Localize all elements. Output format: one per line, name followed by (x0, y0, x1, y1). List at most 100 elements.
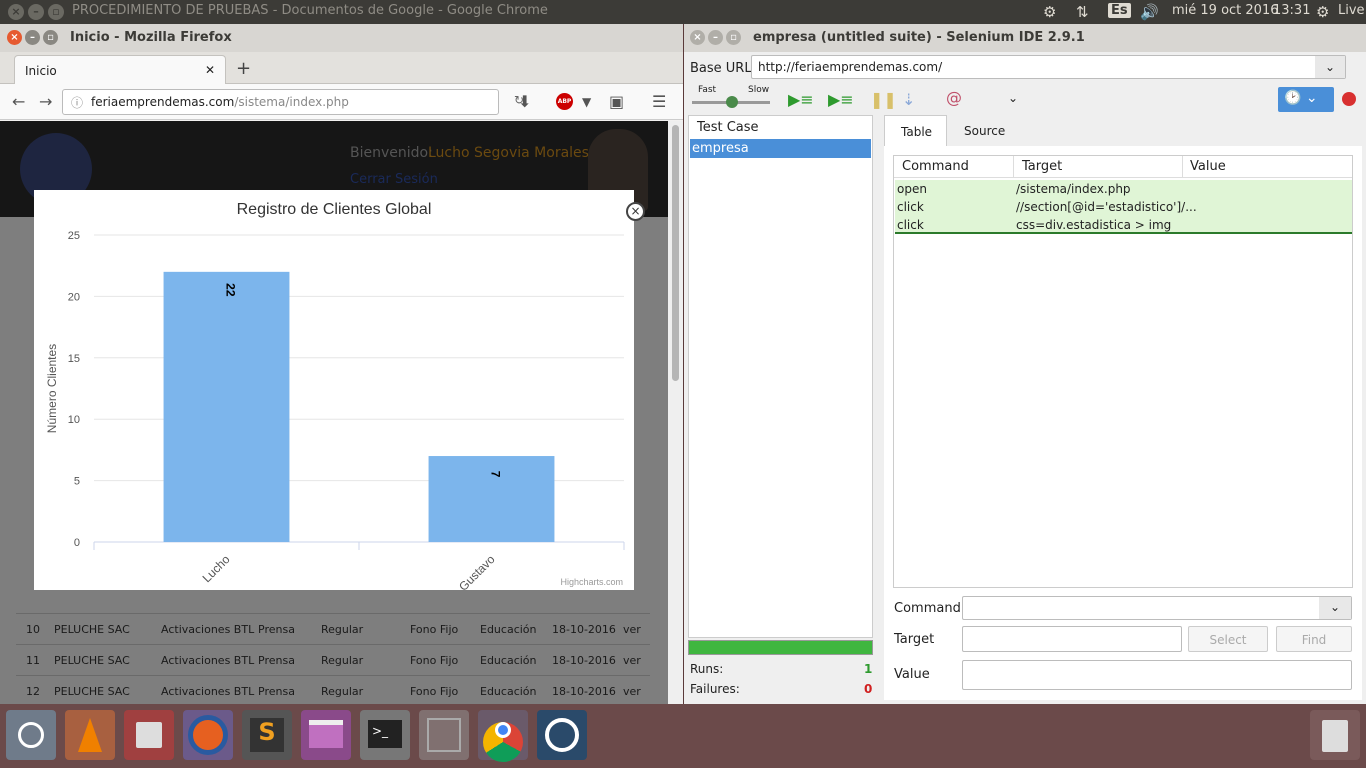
failures-label: Failures: (690, 682, 740, 696)
play-suite-icon[interactable]: ▶≡ (788, 90, 814, 109)
runs-label: Runs: (690, 662, 724, 676)
window-manager-icon[interactable] (301, 710, 351, 760)
back-icon[interactable]: ← (12, 92, 25, 111)
table-row[interactable]: click//section[@id='estadistico']/... (895, 198, 1352, 216)
adblock-icon[interactable]: ABP (556, 93, 573, 110)
data-label: 7 (489, 471, 503, 478)
logout-link[interactable]: Cerrar Sesión (350, 172, 438, 187)
maximize-window-icon[interactable]: ▫ (43, 30, 58, 45)
window-title: empresa (untitled suite) - Selenium IDE … (753, 30, 1085, 45)
url-domain: feriaemprendemas.com (91, 95, 235, 109)
workspace-switcher-icon[interactable] (419, 710, 469, 760)
target-field[interactable] (962, 626, 1182, 652)
x-tick-label: Gustavo (456, 552, 498, 590)
menu-icon[interactable]: ☰ (652, 92, 666, 111)
volume-icon[interactable]: 🔊 (1140, 3, 1159, 21)
y-tick-label: 10 (68, 414, 80, 426)
page-scrollbar[interactable] (668, 121, 683, 704)
scrollbar-thumb[interactable] (672, 125, 679, 381)
minimize-window-icon[interactable]: – (708, 30, 723, 45)
date-label[interactable]: mié 19 oct 2016 (1172, 3, 1279, 18)
value-field[interactable] (962, 660, 1352, 690)
tab-strip: Inicio ✕ + (0, 52, 683, 85)
keyboard-layout-indicator[interactable]: Es (1108, 3, 1131, 18)
find-button[interactable]: Find (1276, 626, 1352, 652)
minimize-window-icon[interactable]: – (28, 4, 44, 20)
table-row: 10 PELUCHE SAC Activaciones BTL Prensa Regul… (16, 613, 650, 644)
record-icon[interactable] (1342, 92, 1356, 106)
trash-icon[interactable] (1310, 710, 1360, 760)
tab-source[interactable]: Source (964, 124, 1005, 138)
firefox-titlebar: × – ▫ Inicio - Mozilla Firefox (0, 24, 683, 52)
settings-gear-icon[interactable]: ⚙ (1316, 3, 1329, 21)
ver-link[interactable]: ver (623, 654, 641, 667)
runs-count: 1 (864, 662, 873, 676)
active-window-title: PROCEDIMIENTO DE PRUEBAS - Documentos de… (72, 3, 548, 18)
table-row[interactable]: open/sistema/index.php (895, 180, 1352, 198)
chevron-down-icon[interactable]: ⌄ (1008, 91, 1018, 105)
select-button[interactable]: Select (1188, 626, 1268, 652)
close-modal-icon[interactable]: × (626, 202, 645, 221)
info-icon[interactable]: ⓘ (71, 94, 83, 111)
download-icon[interactable]: ⬇ (518, 92, 531, 111)
close-tab-icon[interactable]: ✕ (205, 63, 215, 77)
chevron-down-icon[interactable]: ▼ (582, 95, 591, 109)
failures-count: 0 (864, 682, 873, 696)
data-label: 22 (224, 283, 238, 297)
tab-inicio[interactable]: Inicio ✕ (14, 55, 226, 85)
window-title: Inicio - Mozilla Firefox (70, 30, 232, 45)
chevron-down-icon[interactable]: ⌄ (1315, 56, 1345, 78)
session-label[interactable]: Live (1338, 3, 1365, 18)
ver-link[interactable]: ver (623, 623, 641, 636)
play-testcase-icon[interactable]: ▶≡ (828, 90, 854, 109)
firefox-icon[interactable] (183, 710, 233, 760)
chart-credit: Highcharts.com (560, 577, 623, 587)
base-url-input[interactable]: http://feriaemprendemas.com/ ⌄ (751, 55, 1346, 79)
close-window-icon[interactable]: × (690, 30, 705, 45)
pause-icon[interactable]: ❚❚ (870, 90, 897, 109)
new-tab-icon[interactable]: + (236, 58, 251, 79)
step-icon[interactable]: ⇣ (902, 90, 915, 109)
progress-bar (688, 640, 873, 655)
speed-slider-handle[interactable] (726, 96, 738, 108)
speed-fast-label: Fast (698, 85, 717, 95)
close-window-icon[interactable]: × (7, 30, 22, 45)
screenshot-icon[interactable]: ▣ (609, 92, 624, 111)
sublime-text-icon[interactable]: S (242, 710, 292, 760)
close-window-icon[interactable]: × (8, 4, 24, 20)
vlc-icon[interactable] (65, 710, 115, 760)
steam-icon[interactable] (537, 710, 587, 760)
network-icon[interactable]: ⇅ (1076, 3, 1089, 21)
base-url-label: Base URL (690, 61, 752, 76)
testcase-item-empresa[interactable]: empresa (690, 139, 871, 158)
clock-label[interactable]: 13:31 (1273, 3, 1310, 18)
chrome-icon[interactable] (478, 710, 528, 762)
terminal-icon[interactable]: >_ (360, 710, 410, 760)
maximize-window-icon[interactable]: ▫ (726, 30, 741, 45)
steam-tray-icon[interactable]: ⚙ (1043, 3, 1056, 21)
welcome-label: Bienvenido: (350, 145, 433, 161)
y-tick-label: 15 (68, 353, 80, 365)
maximize-window-icon[interactable]: ▫ (48, 4, 64, 20)
y-tick-label: 5 (74, 476, 80, 488)
navigation-bar: ← → ⓘ feriaemprendemas.com/sistema/index… (0, 84, 683, 120)
x-tick-label: Lucho (200, 552, 233, 585)
minimize-window-icon[interactable]: – (25, 30, 40, 45)
chevron-down-icon[interactable]: ⌄ (1319, 597, 1351, 619)
rollup-icon[interactable]: @ (946, 88, 962, 107)
files-icon[interactable] (124, 710, 174, 760)
speed-slider[interactable] (692, 96, 770, 108)
ver-link[interactable]: ver (623, 685, 641, 698)
tab-table[interactable]: Table (884, 115, 947, 147)
table-row: 11 PELUCHE SAC Activaciones BTL Prensa Regul… (16, 644, 650, 675)
url-bar[interactable]: ⓘ feriaemprendemas.com/sistema/index.php… (62, 89, 524, 115)
ubuntu-launcher-icon[interactable] (6, 710, 56, 760)
table-header: Command Target Value (894, 156, 1352, 178)
chart-modal: Registro de Clientes Global 0 5 10 15 20 25 Núm… (34, 190, 634, 594)
forward-icon[interactable]: → (39, 92, 52, 111)
tab-label: Inicio (25, 64, 57, 78)
command-field[interactable]: ⌄ (962, 596, 1352, 620)
schedule-button[interactable]: 🕑 ⌄ (1278, 87, 1334, 112)
table-row[interactable]: click css=div.estadistica > img (895, 216, 1352, 234)
y-tick-label: 25 (68, 230, 80, 242)
